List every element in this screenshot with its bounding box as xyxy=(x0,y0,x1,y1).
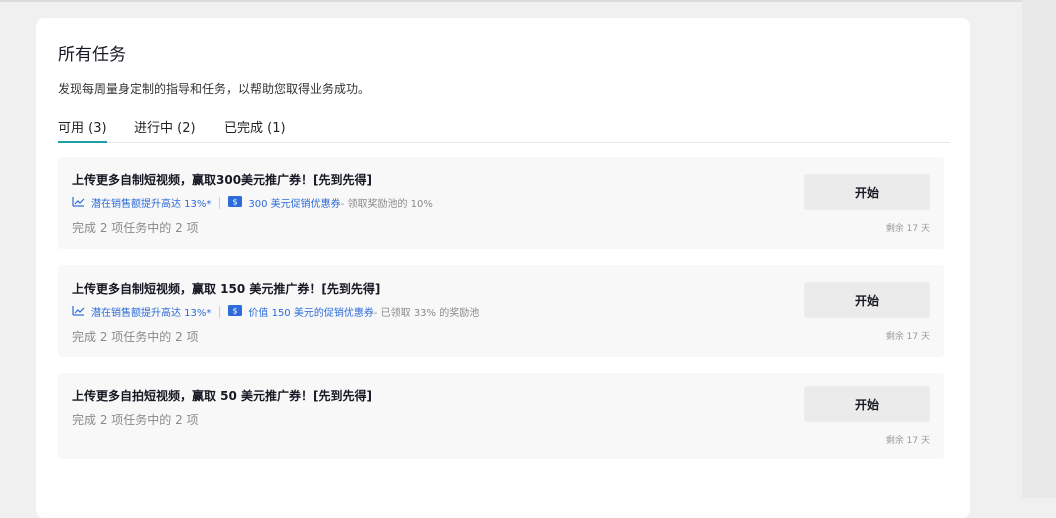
sales-lift-text: 潜在销售额提升高达 13%* xyxy=(91,199,212,210)
tab-completed[interactable]: 已完成 (1) xyxy=(224,117,286,141)
days-remaining: 剩余 17 天 xyxy=(885,436,930,446)
meta-divider xyxy=(219,196,221,209)
start-button[interactable]: 开始 xyxy=(804,282,930,318)
task-progress: 完成 2 项任务中的 2 项 xyxy=(72,413,199,427)
days-remaining: 剩余 17 天 xyxy=(885,224,930,234)
task-tabs: 可用 (3) 进行中 (2) 已完成 (1) xyxy=(58,117,950,143)
task-progress: 完成 2 项任务中的 2 项 xyxy=(72,221,199,235)
svg-text:$: $ xyxy=(233,306,238,315)
scrollbar-track[interactable] xyxy=(1022,0,1056,498)
task-meta: 潜在销售额提升高达 13%* $ 300 美元促销优惠券 - 领取奖励池的 10… xyxy=(72,195,433,210)
days-remaining: 剩余 17 天 xyxy=(885,332,930,342)
coupon-link[interactable]: 价值 150 美元的促销优惠券 xyxy=(248,304,373,319)
task-card-1[interactable]: 上传更多自制短视频，赢取300美元推广券！[先到先得] 潜在销售额提升高达 13… xyxy=(58,157,944,249)
trend-chart-icon xyxy=(72,305,85,319)
tab-in-progress[interactable]: 进行中 (2) xyxy=(134,117,196,141)
page-title: 所有任务 xyxy=(58,45,126,65)
top-divider xyxy=(0,0,1056,2)
meta-divider xyxy=(219,305,221,318)
svg-text:$: $ xyxy=(233,197,238,206)
task-title: 上传更多自制短视频，赢取300美元推广券！[先到先得] xyxy=(72,173,373,187)
coupon-ticket-icon: $ xyxy=(228,195,243,210)
trend-chart-icon xyxy=(72,196,85,210)
task-title: 上传更多自制短视频，赢取 150 美元推广券！[先到先得] xyxy=(72,282,381,296)
task-progress: 完成 2 项任务中的 2 项 xyxy=(72,330,199,344)
start-button[interactable]: 开始 xyxy=(804,174,930,210)
sales-lift-text: 潜在销售额提升高达 13%* xyxy=(91,308,212,319)
coupon-link[interactable]: 300 美元促销优惠券 xyxy=(248,195,340,210)
task-title: 上传更多自拍短视频，赢取 50 美元推广券！[先到先得] xyxy=(72,389,373,403)
coupon-ticket-icon: $ xyxy=(228,304,243,319)
task-meta: 潜在销售额提升高达 13%* $ 价值 150 美元的促销优惠券 - 已领取 3… xyxy=(72,304,479,319)
tab-available[interactable]: 可用 (3) xyxy=(58,117,107,143)
coupon-note: - 已领取 33% 的奖励池 xyxy=(373,308,480,319)
coupon-note: - 领取奖励池的 10% xyxy=(340,199,433,210)
start-button[interactable]: 开始 xyxy=(804,386,930,422)
task-card-2[interactable]: 上传更多自制短视频，赢取 150 美元推广券！[先到先得] 潜在销售额提升高达 … xyxy=(58,265,944,357)
task-card-3[interactable]: 上传更多自拍短视频，赢取 50 美元推广券！[先到先得] 完成 2 项任务中的 … xyxy=(58,373,944,459)
page-subtitle: 发现每周量身定制的指导和任务，以帮助您取得业务成功。 xyxy=(58,82,371,96)
tasks-panel: 所有任务 发现每周量身定制的指导和任务，以帮助您取得业务成功。 可用 (3) 进… xyxy=(36,18,970,518)
